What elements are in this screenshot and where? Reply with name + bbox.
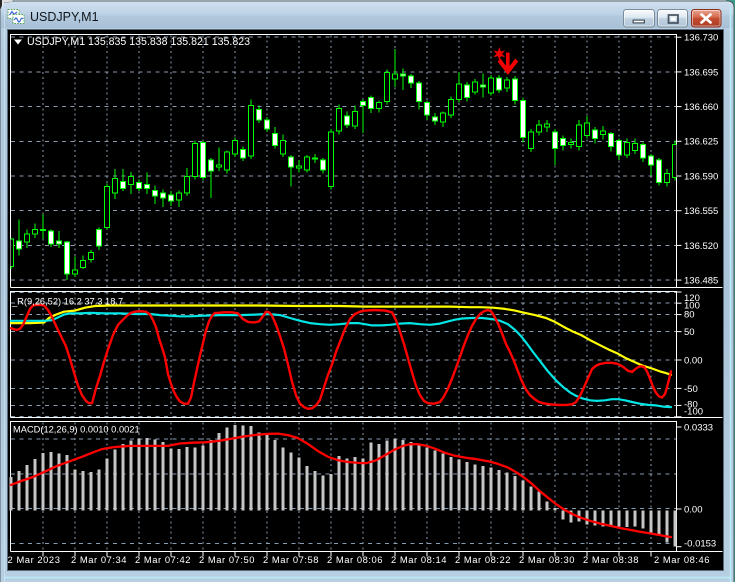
svg-text:_R(9,26,52) 16.2 37.3 18.7: _R(9,26,52) 16.2 37.3 18.7 — [11, 297, 123, 307]
svg-text:2 Mar 07:58: 2 Mar 07:58 — [263, 554, 319, 565]
svg-text:2 Mar 08:22: 2 Mar 08:22 — [455, 554, 511, 565]
svg-text:136.695: 136.695 — [684, 67, 718, 78]
svg-text:136.520: 136.520 — [684, 241, 718, 252]
svg-text:0.0333: 0.0333 — [684, 422, 713, 433]
svg-text:80: 80 — [684, 310, 695, 321]
svg-text:2 Mar 07:42: 2 Mar 07:42 — [135, 554, 191, 565]
svg-text:136.590: 136.590 — [684, 171, 718, 182]
svg-text:2 Mar 08:46: 2 Mar 08:46 — [654, 554, 710, 565]
svg-text:50: 50 — [684, 327, 695, 338]
svg-text:USDJPY,M1 135.835 135.838 135: USDJPY,M1 135.835 135.838 135.821 135.82… — [27, 36, 250, 48]
svg-text:-0.0153: -0.0153 — [684, 538, 716, 549]
svg-text:136.555: 136.555 — [684, 206, 718, 217]
svg-text:2 Mar 08:14: 2 Mar 08:14 — [391, 554, 447, 565]
svg-text:2 Mar 2023: 2 Mar 2023 — [8, 554, 61, 565]
svg-text:MACD(12,26,9) 0.0010 0.0021: MACD(12,26,9) 0.0010 0.0021 — [13, 425, 140, 435]
svg-text:-100: -100 — [684, 407, 703, 418]
svg-text:2 Mar 08:38: 2 Mar 08:38 — [583, 554, 639, 565]
svg-text:2 Mar 07:50: 2 Mar 07:50 — [199, 554, 255, 565]
svg-text:2 Mar 08:30: 2 Mar 08:30 — [519, 554, 575, 565]
svg-text:-50: -50 — [684, 384, 698, 395]
svg-text:136.730: 136.730 — [684, 33, 718, 44]
svg-text:0.00: 0.00 — [684, 355, 703, 366]
svg-text:2 Mar 07:34: 2 Mar 07:34 — [71, 554, 127, 565]
svg-text:136.485: 136.485 — [684, 276, 718, 287]
svg-text:136.660: 136.660 — [684, 102, 718, 113]
svg-text:USDJPY,M1: USDJPY,M1 — [30, 10, 99, 24]
svg-text:0.00: 0.00 — [684, 504, 703, 515]
svg-text:136.625: 136.625 — [684, 137, 718, 148]
svg-text:2 Mar 08:06: 2 Mar 08:06 — [327, 554, 383, 565]
